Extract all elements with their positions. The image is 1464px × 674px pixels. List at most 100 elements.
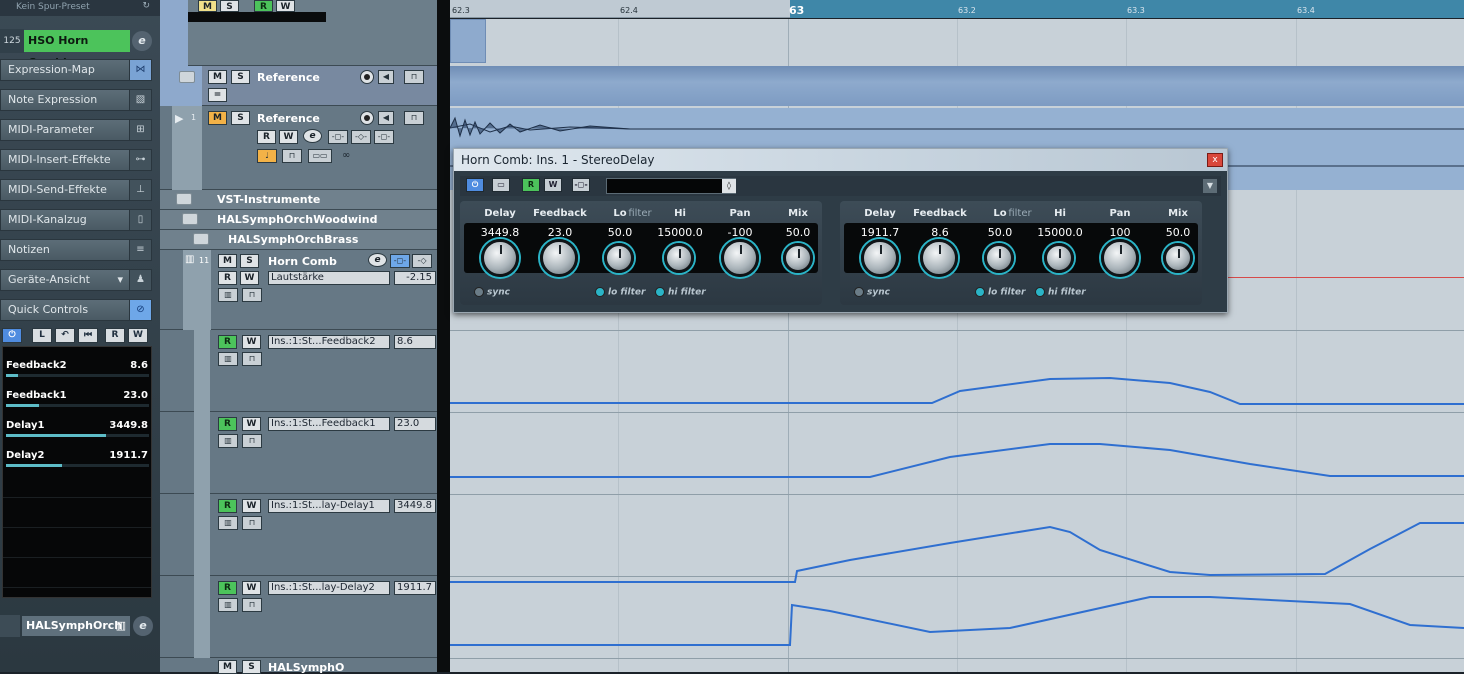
write-button[interactable]: W <box>242 417 261 431</box>
read-button[interactable]: R <box>218 335 237 349</box>
folder-icon[interactable] <box>176 193 192 205</box>
qc-read-button[interactable]: R <box>105 328 125 343</box>
lane-icon[interactable]: ▥ <box>218 288 238 302</box>
lock-icon[interactable]: ⊓ <box>242 352 262 366</box>
automation-parameter-field[interactable]: Ins.:1:St...Feedback2 <box>268 335 390 349</box>
write-button[interactable]: W <box>279 130 298 144</box>
qc-rewind-button[interactable]: ⏮ <box>78 328 98 343</box>
write-button[interactable]: W <box>276 0 295 12</box>
section-quick-controls[interactable]: Quick Controls ⊘ <box>0 299 152 321</box>
edit-channel-icon[interactable]: e <box>368 253 387 267</box>
solo-button[interactable]: S <box>240 254 259 268</box>
write-button[interactable]: W <box>242 335 261 349</box>
section-midi-parameter[interactable]: MIDI-Parameter ⊞ <box>0 119 152 141</box>
param-value[interactable]: 15000.0 <box>650 226 710 239</box>
param-value[interactable]: 23.0 <box>530 226 590 239</box>
edit-instrument-icon[interactable]: e <box>132 31 152 51</box>
param-value[interactable]: 50.0 <box>970 226 1030 239</box>
monitor-icon[interactable]: ◀ <box>378 111 394 125</box>
sync-toggle[interactable]: sync <box>854 287 890 298</box>
param-value[interactable]: 50.0 <box>590 226 650 239</box>
mute-button[interactable]: M <box>198 0 217 12</box>
power-icon[interactable]: ⏻ <box>466 178 484 192</box>
read-button[interactable]: R <box>218 417 237 431</box>
mute-button[interactable]: M <box>218 254 237 268</box>
mix-knob[interactable] <box>783 243 813 273</box>
automation-parameter-field[interactable]: Ins.:1:St...Feedback1 <box>268 417 390 431</box>
lock-icon[interactable]: ⊓ <box>242 288 262 302</box>
folder-icon[interactable] <box>193 233 209 245</box>
bottom-track-name-button[interactable]: HALSymphOrch ▥ <box>22 616 130 636</box>
quick-control-delay2[interactable]: Delay2 1911.7 <box>6 447 150 477</box>
plugin-title-bar[interactable]: Horn Comb: Ins. 1 - StereoDelay <box>454 149 1227 171</box>
lane-icon[interactable]: ▭▭ <box>308 149 332 163</box>
param-value[interactable]: 50.0 <box>1148 226 1208 239</box>
instrument-name-button[interactable]: HSO Horn Combi <box>24 30 130 69</box>
timebase-icon[interactable]: ♩ <box>257 149 277 163</box>
qc-power-button[interactable]: ⏻ <box>2 328 22 343</box>
param-value[interactable]: 1911.7 <box>850 226 910 239</box>
lane-icon[interactable]: ▥ <box>218 516 238 530</box>
folder-icon[interactable] <box>182 213 198 225</box>
section-midi-insert[interactable]: MIDI-Insert-Effekte ⊶ <box>0 149 152 171</box>
section-midi-send[interactable]: MIDI-Send-Effekte ⊥ <box>0 179 152 201</box>
read-button[interactable]: R <box>218 271 237 285</box>
mute-button[interactable]: M <box>208 111 227 125</box>
automation-value-field[interactable]: -2.15 <box>394 271 436 285</box>
lock-icon[interactable]: ⊓ <box>242 598 262 612</box>
lo-filter-toggle[interactable]: lo filter <box>975 287 1025 298</box>
quick-control-feedback2[interactable]: Feedback2 8.6 <box>6 357 150 387</box>
automation-value-field[interactable]: 23.0 <box>394 417 436 431</box>
automation-value-field[interactable]: 8.6 <box>394 335 436 349</box>
eq-bypass-icon[interactable]: -◇- <box>351 130 371 144</box>
section-expression-map[interactable]: Expression-Map ⋈ <box>0 59 152 81</box>
write-button[interactable]: W <box>544 178 562 192</box>
insert-bypass-icon[interactable]: -◻- <box>390 254 410 268</box>
quick-control-delay1[interactable]: Delay1 3449.8 <box>6 417 150 447</box>
automation-parameter-field[interactable]: Ins.:1:St...lay-Delay2 <box>268 581 390 595</box>
stereodelay-plugin-window[interactable]: Horn Comb: Ins. 1 - StereoDelay x ⏻ ▭ R … <box>453 148 1228 313</box>
monitor-icon[interactable]: ◀ <box>378 70 394 84</box>
read-button[interactable]: R <box>522 178 540 192</box>
automation-parameter-field[interactable]: Lautstärke <box>268 271 390 285</box>
track-preset-bar[interactable]: Kein Spur-Preset ↻ <box>0 0 160 16</box>
param-value[interactable]: 50.0 <box>768 226 828 239</box>
bypass-icon[interactable]: ▭ <box>492 178 510 192</box>
mute-button[interactable]: M <box>208 70 227 84</box>
lo-filter-toggle[interactable]: lo filter <box>595 287 645 298</box>
lock-icon[interactable]: ⊓ <box>282 149 302 163</box>
read-button[interactable]: R <box>257 130 276 144</box>
hi-filter-toggle[interactable]: hi filter <box>655 287 706 298</box>
folder-icon[interactable] <box>179 71 195 83</box>
qc-learn-button[interactable]: L <box>32 328 52 343</box>
hi-filter-knob[interactable] <box>1044 243 1074 273</box>
write-button[interactable]: W <box>242 581 261 595</box>
link-icon[interactable]: ∞ <box>342 150 350 161</box>
send-bypass-icon[interactable]: -◻- <box>374 130 394 144</box>
close-button[interactable]: x <box>1207 153 1223 167</box>
solo-button[interactable]: S <box>220 0 239 12</box>
qc-write-button[interactable]: W <box>128 328 148 343</box>
preset-selector[interactable] <box>606 178 736 194</box>
insert-bypass-icon[interactable]: -◻- <box>328 130 348 144</box>
read-button[interactable]: R <box>218 499 237 513</box>
preset-browser-icon[interactable]: ◊ <box>722 179 736 193</box>
hi-filter-toggle[interactable]: hi filter <box>1035 287 1086 298</box>
folder-menu-icon[interactable]: = <box>208 88 227 102</box>
write-button[interactable]: W <box>242 499 261 513</box>
lock-icon[interactable]: ⊓ <box>404 111 424 125</box>
mix-knob[interactable] <box>1163 243 1193 273</box>
record-icon[interactable] <box>360 111 374 125</box>
edit-instrument-icon[interactable]: e <box>133 616 153 636</box>
lo-filter-knob[interactable] <box>604 243 634 273</box>
sidechain-icon[interactable]: -◻- <box>572 178 590 192</box>
read-button[interactable]: R <box>218 581 237 595</box>
track-list-divider[interactable] <box>437 0 450 672</box>
pan-knob[interactable] <box>1101 239 1139 277</box>
param-value[interactable]: 15000.0 <box>1030 226 1090 239</box>
hi-filter-knob[interactable] <box>664 243 694 273</box>
param-value[interactable]: -100 <box>710 226 770 239</box>
param-value[interactable]: 8.6 <box>910 226 970 239</box>
lock-icon[interactable]: ⊓ <box>242 434 262 448</box>
section-notizen[interactable]: Notizen ≡ <box>0 239 152 261</box>
